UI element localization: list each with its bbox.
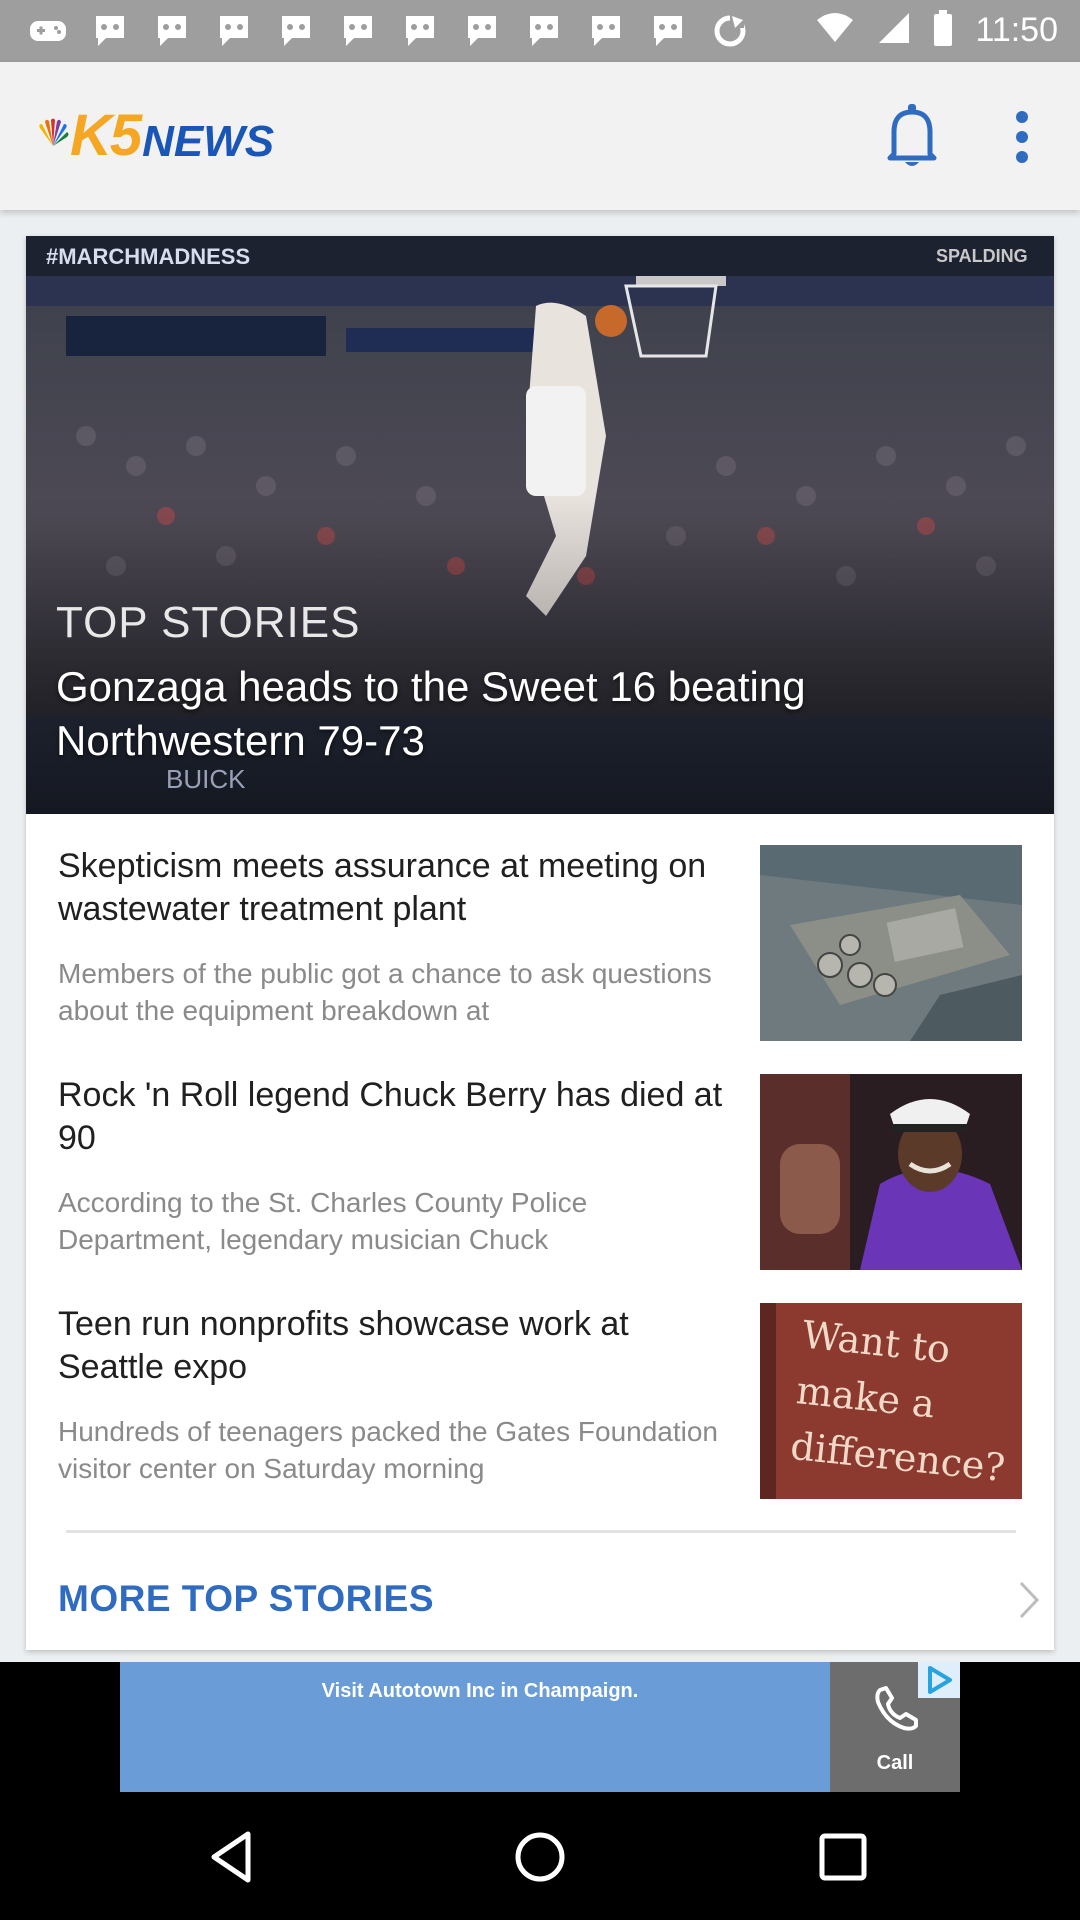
screen: 11:50 K5 NEWS #MARCHMADNESS SPALDING BUI… (0, 0, 1080, 1920)
king5-logo[interactable]: K5 NEWS (36, 100, 274, 170)
divider (66, 1530, 1016, 1533)
story-title: Teen run nonprofits showcase work at Sea… (58, 1305, 629, 1386)
hero-title: Gonzaga heads to the Sweet 16 beating No… (56, 663, 806, 764)
story-thumbnail (760, 1074, 1022, 1270)
thumb-sign-text: Want to make a difference? (788, 1312, 1008, 1491)
story-thumbnail: Want to make a difference? (760, 1303, 1022, 1499)
story-summary: Members of the public got a chance to as… (58, 958, 712, 1026)
chevron-right-icon (1018, 1580, 1040, 1620)
hero-story[interactable]: #MARCHMADNESS SPALDING BUICK TOP STORIES… (26, 236, 1054, 814)
signal-icon (877, 11, 911, 50)
chat-icon (150, 10, 194, 52)
recents-icon[interactable] (808, 1822, 878, 1892)
story-thumbnail (760, 845, 1022, 1041)
ad-banner-strip: Visit Autotown Inc in Champaign. Call (0, 1662, 1080, 1794)
more-top-stories-link[interactable]: MORE TOP STORIES (58, 1566, 1040, 1636)
notifications-bell-icon[interactable] (884, 102, 940, 170)
battery-icon (933, 10, 953, 51)
story-item[interactable]: Rock 'n Roll legend Chuck Berry has died… (58, 1074, 1038, 1274)
chat-icon (522, 10, 566, 52)
more-top-stories-label: MORE TOP STORIES (58, 1578, 435, 1619)
hero-section-label: TOP STORIES (56, 598, 361, 647)
chat-icon (584, 10, 628, 52)
story-summary: According to the St. Charles County Poli… (58, 1187, 588, 1255)
chat-icon (398, 10, 442, 52)
chat-icon (460, 10, 504, 52)
chat-icon (212, 10, 256, 52)
chat-icon (88, 10, 132, 52)
game-controller-icon (26, 10, 70, 52)
chat-icon (646, 10, 690, 52)
wifi-icon (815, 12, 855, 49)
story-item[interactable]: Teen run nonprofits showcase work at Sea… (58, 1303, 1038, 1503)
clock: 11:50 (975, 11, 1058, 49)
hero-hashtag: #MARCHMADNESS (46, 244, 250, 269)
sync-icon (708, 10, 752, 52)
hero-court-text: BUICK (166, 764, 246, 794)
ad-choices-icon[interactable] (918, 1662, 960, 1698)
nbc-peacock-icon (36, 118, 70, 153)
system-nav-bar (0, 1794, 1080, 1920)
ad-text: Visit Autotown Inc in Champaign. (321, 1680, 639, 1702)
hero-sponsor-text: SPALDING (936, 246, 1028, 266)
ad-call-label: Call (876, 1752, 914, 1774)
chat-icon (274, 10, 318, 52)
story-title: Skepticism meets assurance at meeting on… (58, 847, 707, 928)
top-stories-card: #MARCHMADNESS SPALDING BUICK TOP STORIES… (26, 236, 1054, 1650)
status-bar: 11:50 (0, 0, 1080, 62)
logo-k5-text: K5 (70, 102, 142, 168)
logo-news-text: NEWS (142, 117, 275, 166)
overflow-menu-icon[interactable] (1000, 104, 1044, 170)
story-summary: Hundreds of teenagers packed the Gates F… (58, 1416, 718, 1484)
notification-icons (26, 10, 752, 52)
chat-icon (336, 10, 380, 52)
story-item[interactable]: Skepticism meets assurance at meeting on… (58, 845, 1038, 1045)
story-title: Rock 'n Roll legend Chuck Berry has died… (58, 1076, 723, 1157)
status-right: 11:50 (815, 10, 1058, 51)
phone-icon (872, 1684, 922, 1739)
app-bar: K5 NEWS (0, 62, 1080, 210)
ad-banner[interactable]: Visit Autotown Inc in Champaign. Call (120, 1662, 960, 1792)
home-icon[interactable] (505, 1822, 575, 1892)
back-icon[interactable] (200, 1822, 270, 1892)
